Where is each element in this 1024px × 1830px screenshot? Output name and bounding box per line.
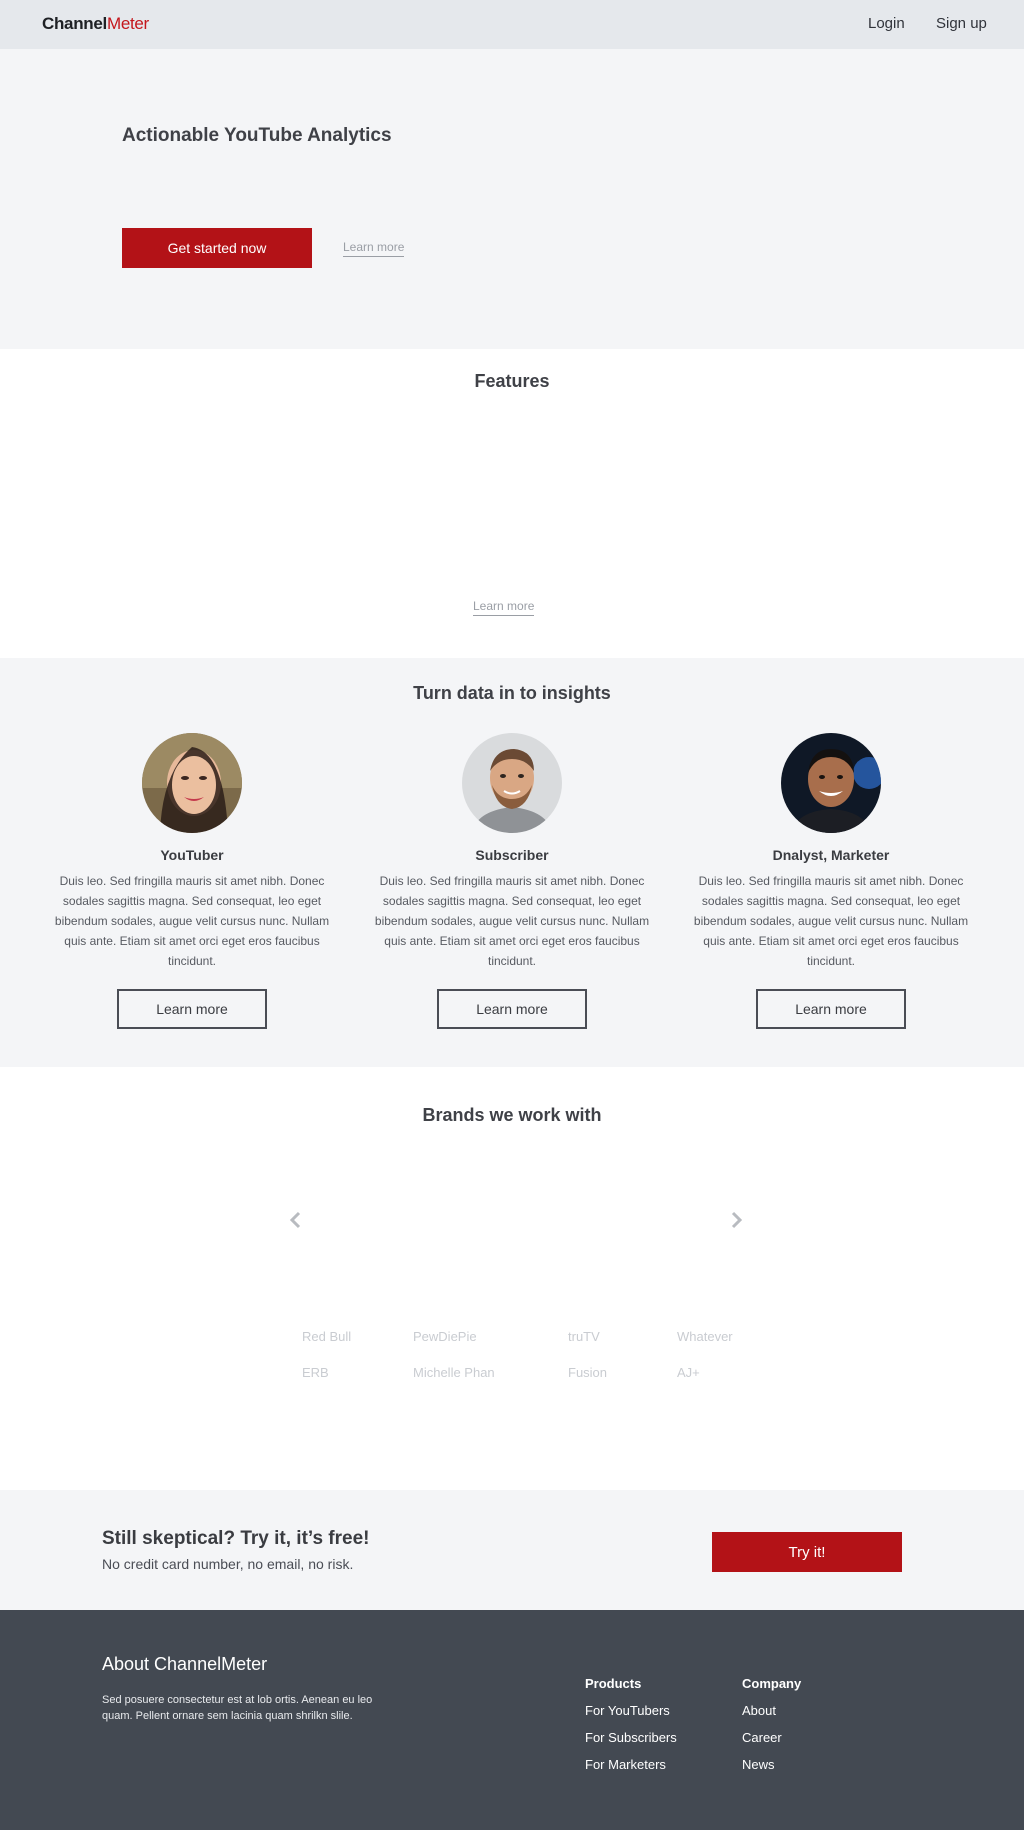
brand-name: truTV: [568, 1329, 600, 1344]
marketer-learn-more-button[interactable]: Learn more: [756, 989, 906, 1029]
footer: About ChannelMeter Sed posuere consectet…: [0, 1610, 1024, 1830]
marketer-avatar: [781, 733, 881, 833]
footer-description: Sed posuere consectetur est at lob ortis…: [102, 1694, 373, 1722]
persona-name: Subscriber: [475, 847, 549, 863]
persona-card-marketer: Dnalyst, Marketer Duis leo. Sed fringill…: [681, 733, 981, 1029]
footer-link-for-subscribers[interactable]: For Subscribers: [585, 1730, 677, 1745]
get-started-button[interactable]: Get started now: [122, 228, 312, 268]
persona-card-subscriber: Subscriber Duis leo. Sed fringilla mauri…: [362, 733, 662, 1029]
youtuber-avatar: [142, 733, 242, 833]
footer-link-career[interactable]: Career: [742, 1730, 782, 1745]
brand-name: ERB: [302, 1365, 329, 1380]
login-link[interactable]: Login: [868, 15, 905, 32]
persona-card-youtuber: YouTuber Duis leo. Sed fringilla mauris …: [42, 733, 342, 1029]
features-title: Features: [474, 371, 550, 391]
hero-section: Actionable YouTube Analytics Get started…: [0, 49, 1024, 349]
brand-name: Red Bull: [302, 1329, 352, 1344]
brands-section: Brands we work with Red Bull PewDiePie t…: [0, 1067, 1024, 1490]
footer-link-for-marketers[interactable]: For Marketers: [585, 1757, 666, 1772]
persona-description: Duis leo. Sed fringilla mauris sit amet …: [374, 874, 650, 968]
footer-link-news[interactable]: News: [742, 1757, 775, 1772]
features-learn-more-link[interactable]: Learn more: [473, 599, 535, 616]
footer-link-for-youtubers[interactable]: For YouTubers: [585, 1703, 670, 1718]
try-it-button[interactable]: Try it!: [712, 1532, 902, 1572]
footer-link-about[interactable]: About: [742, 1703, 776, 1718]
hero-title: Actionable YouTube Analytics: [122, 125, 392, 146]
persona-description: Duis leo. Sed fringilla mauris sit amet …: [54, 874, 330, 968]
cta-subtitle: No credit card number, no email, no risk…: [102, 1556, 354, 1572]
footer-products-heading: Products: [585, 1676, 642, 1691]
youtuber-learn-more-button[interactable]: Learn more: [117, 989, 267, 1029]
carousel-prev-arrow-icon[interactable]: [285, 1209, 307, 1231]
subscriber-avatar: [462, 733, 562, 833]
insights-title: Turn data in to insights: [413, 683, 611, 703]
features-section: Features Learn more: [0, 349, 1024, 658]
brands-title: Brands we work with: [422, 1105, 602, 1125]
subscriber-learn-more-button[interactable]: Learn more: [437, 989, 587, 1029]
logo-part-channel: Channel: [42, 14, 107, 33]
cta-section: Still skeptical? Try it, it’s free! No c…: [0, 1490, 1024, 1610]
hero-learn-more-link[interactable]: Learn more: [343, 240, 405, 257]
persona-name: Dnalyst, Marketer: [772, 847, 890, 863]
brand-name: Whatever: [677, 1329, 733, 1344]
top-nav: ChannelMeter Login Sign up: [0, 0, 1024, 49]
brand-name: PewDiePie: [413, 1329, 477, 1344]
logo-part-meter: Meter: [106, 14, 149, 33]
logo[interactable]: ChannelMeter: [42, 14, 149, 34]
cta-title: Still skeptical? Try it, it’s free!: [102, 1528, 370, 1549]
footer-company-heading: Company: [742, 1676, 802, 1691]
persona-name: YouTuber: [160, 847, 224, 863]
insights-section: Turn data in to insights YouTuber Duis l…: [0, 658, 1024, 1067]
persona-description: Duis leo. Sed fringilla mauris sit amet …: [693, 874, 969, 968]
signup-link[interactable]: Sign up: [936, 15, 987, 32]
footer-title: About ChannelMeter: [102, 1654, 268, 1674]
brand-name: AJ+: [677, 1365, 700, 1380]
brand-name: Michelle Phan: [413, 1365, 495, 1380]
brand-name: Fusion: [568, 1365, 608, 1380]
carousel-next-arrow-icon[interactable]: [725, 1209, 747, 1231]
